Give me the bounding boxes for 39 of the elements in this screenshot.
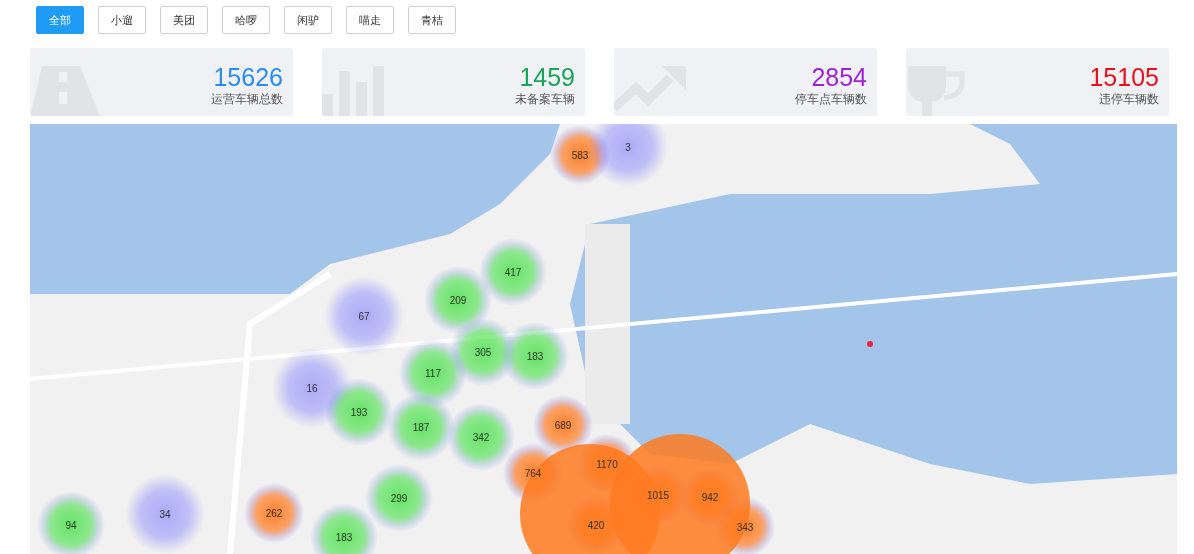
cluster-count: 67 bbox=[358, 310, 370, 322]
stat-label: 运营车辆总数 bbox=[211, 91, 283, 108]
cluster-count: 343 bbox=[736, 521, 754, 533]
cluster-count: 187 bbox=[412, 421, 430, 433]
cluster-count: 183 bbox=[526, 350, 544, 362]
cluster-count: 305 bbox=[474, 346, 492, 358]
cluster-count: 1015 bbox=[646, 489, 670, 501]
cluster-count: 183 bbox=[335, 531, 353, 543]
cluster-count: 193 bbox=[350, 406, 368, 418]
cluster-count: 1170 bbox=[596, 458, 618, 470]
cluster-count: 299 bbox=[390, 492, 408, 504]
cluster-count: 209 bbox=[449, 294, 467, 306]
filter-tab[interactable]: 小遛 bbox=[98, 6, 146, 34]
stat-value: 15105 bbox=[1089, 63, 1159, 91]
filter-tab[interactable]: 喵走 bbox=[346, 6, 394, 34]
filter-tab[interactable]: 闲驴 bbox=[284, 6, 332, 34]
filter-tab[interactable]: 哈啰 bbox=[222, 6, 270, 34]
cluster-count: 3 bbox=[625, 141, 631, 153]
filter-tab[interactable]: 美团 bbox=[160, 6, 208, 34]
cluster-count: 94 bbox=[65, 519, 77, 531]
stat-label: 未备案车辆 bbox=[515, 91, 575, 108]
trophy-icon bbox=[906, 66, 966, 116]
cluster-count: 16 bbox=[306, 382, 318, 394]
cluster-count: 583 bbox=[571, 149, 589, 161]
stat-value: 15626 bbox=[213, 63, 283, 91]
stat-value: 2854 bbox=[811, 63, 867, 91]
cluster-count: 342 bbox=[472, 431, 490, 443]
filter-tab[interactable]: 青桔 bbox=[408, 6, 456, 34]
cluster-count: 117 bbox=[425, 367, 441, 379]
stat-value: 1459 bbox=[519, 63, 575, 91]
cluster-count: 689 bbox=[554, 419, 572, 431]
cluster-count: 942 bbox=[701, 491, 719, 503]
stat-label: 违停车辆数 bbox=[1099, 91, 1159, 108]
cluster-count: 34 bbox=[159, 508, 171, 520]
cluster-count: 764 bbox=[524, 467, 542, 479]
cluster-count: 417 bbox=[504, 266, 522, 278]
cluster-count: 262 bbox=[265, 507, 283, 519]
stat-label: 停车点车辆数 bbox=[795, 91, 867, 108]
cluster-count: 420 bbox=[587, 519, 605, 531]
